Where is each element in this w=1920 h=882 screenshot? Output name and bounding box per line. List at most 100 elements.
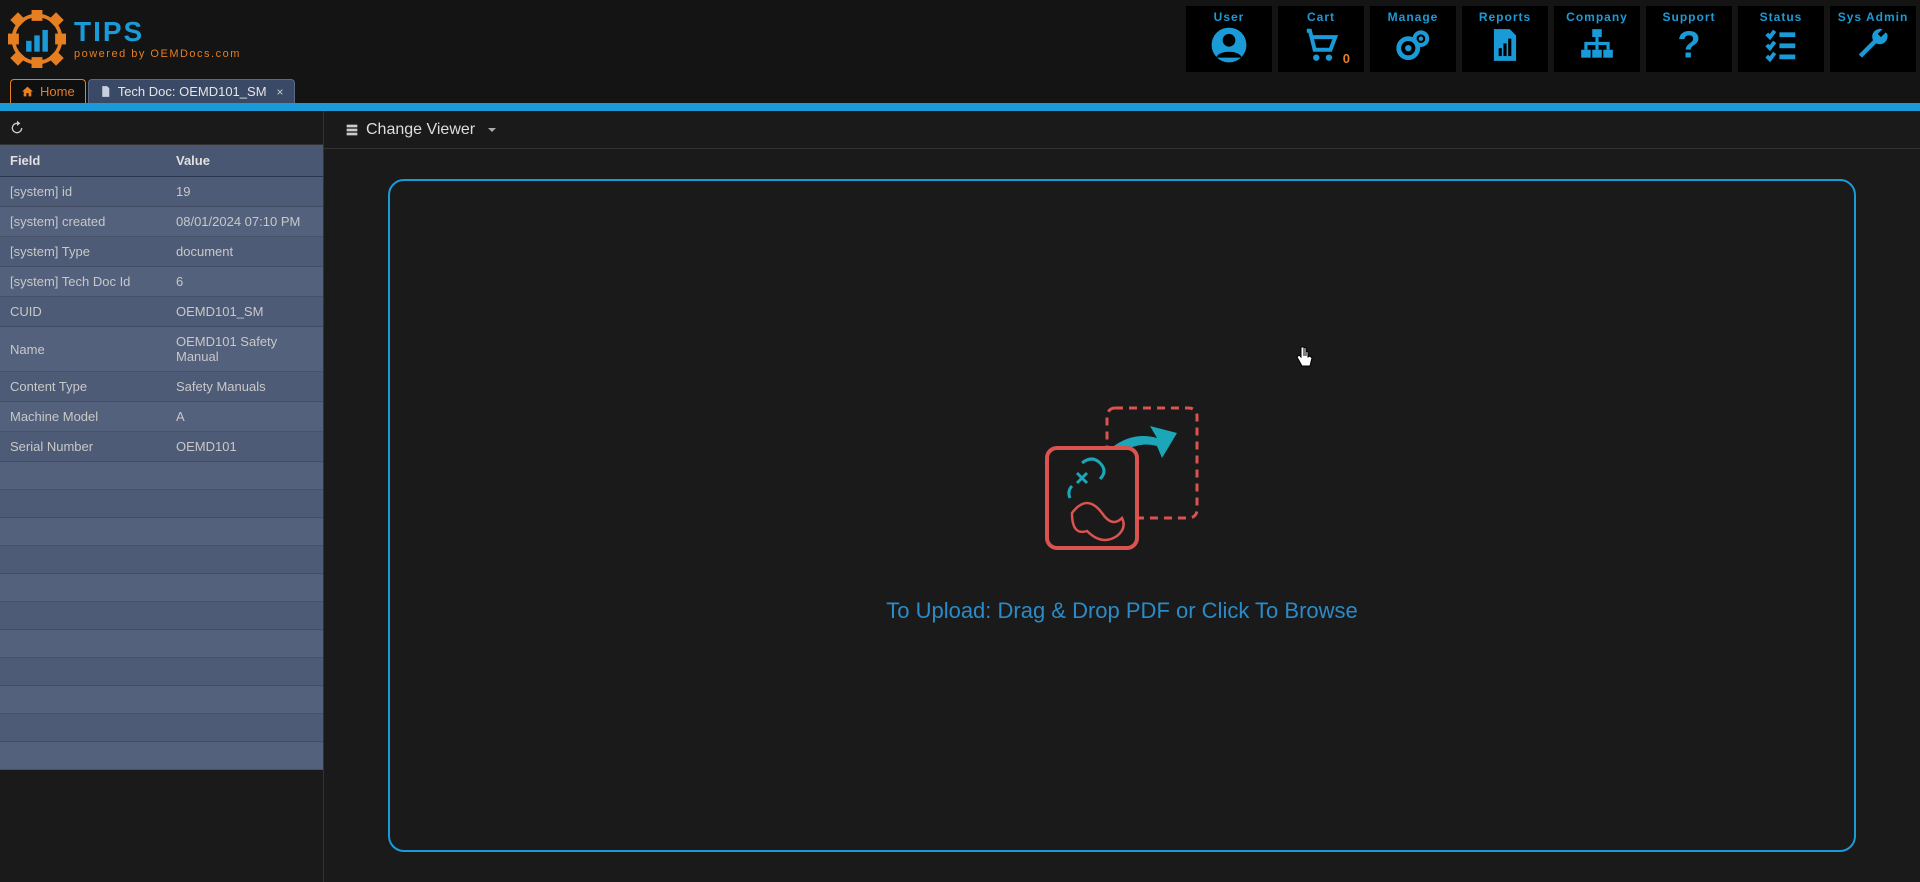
property-value [166,546,323,574]
nav-support[interactable]: Support ? [1646,6,1732,72]
nav-manage[interactable]: Manage [1370,6,1456,72]
nav-user[interactable]: User [1186,6,1272,72]
tab-home[interactable]: Home [10,79,86,103]
user-icon [1210,26,1248,64]
change-viewer-dropdown[interactable]: Change Viewer [344,121,497,139]
table-row[interactable] [0,574,323,602]
property-field: Name [0,327,166,372]
property-value [166,574,323,602]
table-row[interactable] [0,602,323,630]
nav-company[interactable]: Company [1554,6,1640,72]
table-row[interactable] [0,518,323,546]
property-value [166,490,323,518]
properties-table: Field Value [system] id19[system] create… [0,145,323,770]
property-value: 19 [166,177,323,207]
upload-graphic-icon [1022,378,1222,558]
viewer-icon [344,122,360,138]
table-row[interactable]: [system] Tech Doc Id6 [0,267,323,297]
property-field [0,490,166,518]
wrench-icon [1854,26,1892,64]
cursor-pointer-icon [1295,346,1313,368]
property-value [166,658,323,686]
cart-count: 0 [1343,51,1350,66]
table-row[interactable] [0,658,323,686]
support-question-icon: ? [1670,26,1708,64]
property-field: [system] Type [0,237,166,267]
property-value [166,714,323,742]
home-icon [21,85,34,98]
nav-status[interactable]: Status [1738,6,1824,72]
table-row[interactable]: Content TypeSafety Manuals [0,372,323,402]
nav-cart[interactable]: Cart 0 [1278,6,1364,72]
property-field: Machine Model [0,402,166,432]
sidebar-toolbar [0,111,323,145]
table-row[interactable]: NameOEMD101 Safety Manual [0,327,323,372]
property-field: [system] Tech Doc Id [0,267,166,297]
company-org-icon [1578,26,1616,64]
table-row[interactable]: Machine ModelA [0,402,323,432]
cart-icon [1302,26,1340,64]
table-row[interactable] [0,546,323,574]
main-toolbar: Change Viewer [324,111,1920,149]
svg-text:?: ? [1677,26,1700,64]
property-value: OEMD101_SM [166,297,323,327]
property-field: [system] id [0,177,166,207]
property-value [166,518,323,546]
document-icon [99,85,112,98]
property-value [166,686,323,714]
property-field: CUID [0,297,166,327]
app-header: TIPS powered by OEMDocs.com User Cart 0 … [0,0,1920,77]
property-value: 6 [166,267,323,297]
upload-instruction-text: To Upload: Drag & Drop PDF or Click To B… [886,598,1358,624]
status-checklist-icon [1762,26,1800,64]
table-row[interactable] [0,462,323,490]
tab-techdoc-label: Tech Doc: OEMD101_SM [118,84,267,99]
table-row[interactable] [0,686,323,714]
tab-techdoc[interactable]: Tech Doc: OEMD101_SM × [88,79,295,103]
property-value: 08/01/2024 07:10 PM [166,207,323,237]
nav-reports[interactable]: Reports [1462,6,1548,72]
col-header-value: Value [166,145,323,177]
caret-down-icon [487,125,497,135]
property-field [0,546,166,574]
brand-subtitle: powered by OEMDocs.com [74,48,241,60]
property-field [0,462,166,490]
property-value: OEMD101 [166,432,323,462]
nav-buttons: User Cart 0 Manage Reports Company Suppo… [1186,6,1916,72]
table-row[interactable] [0,630,323,658]
table-row[interactable] [0,742,323,770]
logo-area: TIPS powered by OEMDocs.com [8,10,241,68]
table-row[interactable] [0,714,323,742]
tab-close-button[interactable]: × [277,85,284,99]
property-value [166,462,323,490]
table-row[interactable]: [system] created08/01/2024 07:10 PM [0,207,323,237]
refresh-button[interactable] [6,117,28,139]
main-panel: Change Viewer To Upload: Dra [324,111,1920,882]
property-field [0,658,166,686]
property-field [0,714,166,742]
reports-icon [1486,26,1524,64]
table-row[interactable]: [system] id19 [0,177,323,207]
property-value: Safety Manuals [166,372,323,402]
table-row[interactable] [0,490,323,518]
table-row[interactable]: [system] Typedocument [0,237,323,267]
logo-gear-icon [8,10,66,68]
property-value: document [166,237,323,267]
nav-sysadmin[interactable]: Sys Admin [1830,6,1916,72]
property-field [0,686,166,714]
property-field: [system] created [0,207,166,237]
property-field [0,518,166,546]
properties-sidebar: Field Value [system] id19[system] create… [0,111,324,882]
property-value [166,630,323,658]
refresh-icon [9,120,25,136]
property-field [0,602,166,630]
property-field: Content Type [0,372,166,402]
accent-strip [0,103,1920,111]
tab-home-label: Home [40,84,75,99]
table-row[interactable]: Serial NumberOEMD101 [0,432,323,462]
table-row[interactable]: CUIDOEMD101_SM [0,297,323,327]
upload-drop-area[interactable]: To Upload: Drag & Drop PDF or Click To B… [388,179,1856,852]
property-field: Serial Number [0,432,166,462]
property-value [166,602,323,630]
property-value: OEMD101 Safety Manual [166,327,323,372]
